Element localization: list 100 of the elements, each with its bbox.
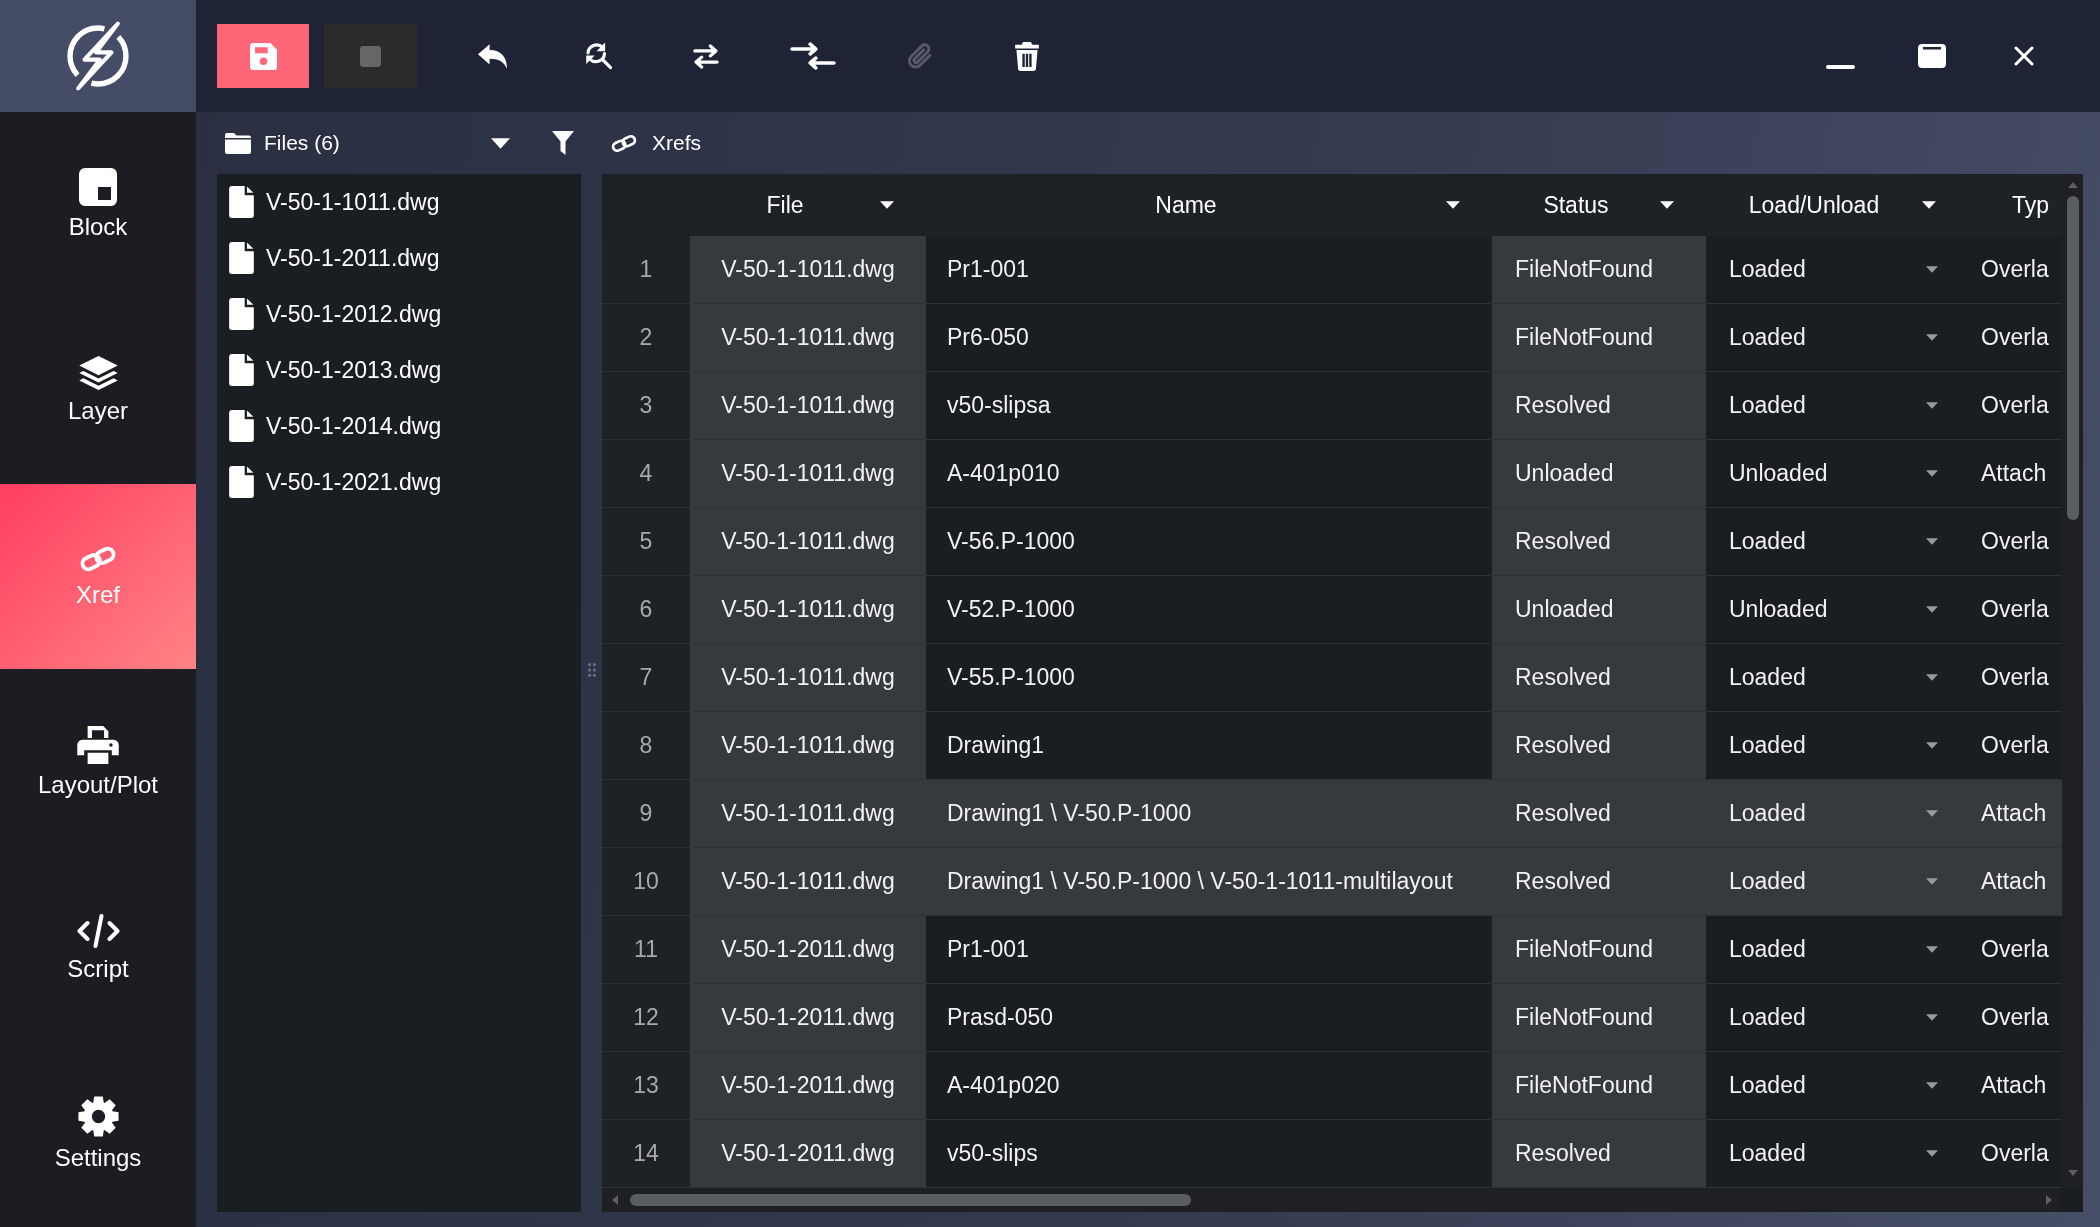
table-row[interactable]: 1 V-50-1-1011.dwg Pr1-001 FileNotFound Loaded Overla	[602, 236, 2062, 304]
file-icon	[229, 410, 254, 442]
table-row[interactable]: 9 V-50-1-1011.dwg Drawing1 \ V-50.P-1000 Resolved Loaded Attach	[602, 780, 2062, 848]
layers-icon	[78, 356, 118, 391]
scroll-down-icon[interactable]	[2067, 1170, 2078, 1176]
column-header[interactable]: Name	[926, 174, 1492, 236]
table-cell-text: Overla	[1980, 935, 2050, 964]
horizontal-scrollbar[interactable]	[602, 1188, 2062, 1212]
stop-icon	[360, 45, 381, 67]
column-header[interactable]: Status	[1492, 174, 1706, 236]
table-row[interactable]: 2 V-50-1-1011.dwg Pr6-050 FileNotFound Loaded Overla	[602, 304, 2062, 372]
table-row[interactable]: 3 V-50-1-1011.dwg v50-slipsa Resolved Loaded Overla	[602, 372, 2062, 440]
caret-down-icon	[1926, 742, 1938, 749]
file-list-item[interactable]: V-50-1-1011.dwg	[217, 174, 581, 230]
table-row[interactable]: 12 V-50-1-2011.dwg Prasd-050 FileNotFound Loaded Overla	[602, 984, 2062, 1052]
table-cell-text: Overla	[1980, 595, 2050, 624]
table-row[interactable]: 4 V-50-1-1011.dwg A-401p010 Unloaded Unloaded Attach	[602, 440, 2062, 508]
file-icon	[229, 466, 254, 498]
table-cell-text: Drawing1 \ V-50.P-1000	[946, 799, 1193, 828]
grip-icon[interactable]	[587, 663, 596, 677]
load-dropdown[interactable]: Loaded	[1706, 644, 1968, 711]
load-dropdown[interactable]: Unloaded	[1706, 440, 1968, 507]
file-list-item[interactable]: V-50-1-2014.dwg	[217, 398, 581, 454]
trash-icon	[1015, 41, 1039, 71]
sidebar-item[interactable]: Block	[0, 112, 196, 298]
table-cell-text: A-401p010	[946, 459, 1061, 488]
load-dropdown[interactable]: Loaded	[1706, 236, 1968, 303]
caret-down-icon	[1926, 402, 1938, 409]
file-list-item[interactable]: V-50-1-2021.dwg	[217, 454, 581, 510]
caret-down-icon	[1926, 1014, 1938, 1021]
table-cell: V-50-1-1011.dwg	[690, 644, 926, 711]
column-header[interactable]: File	[690, 174, 926, 236]
scroll-thumb[interactable]	[2066, 196, 2079, 520]
sidebar-item[interactable]: Script	[0, 855, 196, 1042]
load-dropdown[interactable]: Loaded	[1706, 1120, 1968, 1187]
table-row[interactable]: 11 V-50-1-2011.dwg Pr1-001 FileNotFound Loaded Overla	[602, 916, 2062, 984]
load-dropdown[interactable]: Loaded	[1706, 1052, 1968, 1119]
file-icon	[229, 354, 254, 386]
vertical-scrollbar[interactable]	[2062, 174, 2083, 1188]
undo-icon	[477, 43, 507, 69]
sidebar-item[interactable]: Settings	[0, 1041, 196, 1227]
sidebar-item[interactable]: Layer	[0, 297, 196, 484]
search-refresh-icon	[585, 42, 613, 70]
minimize-icon	[1825, 65, 1855, 69]
table-row[interactable]: 7 V-50-1-1011.dwg V-55.P-1000 Resolved Loaded Overla	[602, 644, 2062, 712]
scroll-thumb[interactable]	[630, 1194, 1191, 1206]
scroll-right-icon[interactable]	[2046, 1195, 2052, 1205]
caret-down-icon	[1926, 1150, 1938, 1157]
table-cell: V-50-1-2011.dwg	[690, 984, 926, 1051]
filter-icon[interactable]	[552, 131, 574, 155]
row-number: 11	[602, 916, 690, 983]
table-row[interactable]: 8 V-50-1-1011.dwg Drawing1 Resolved Loaded Overla	[602, 712, 2062, 780]
load-dropdown[interactable]: Unloaded	[1706, 576, 1968, 643]
table-cell: V-50-1-1011.dwg	[690, 712, 926, 779]
scroll-left-icon[interactable]	[612, 1195, 618, 1205]
file-list-item[interactable]: V-50-1-2012.dwg	[217, 286, 581, 342]
load-dropdown[interactable]: Loaded	[1706, 304, 1968, 371]
panel-title: Files (6)	[264, 131, 340, 155]
column-header[interactable]: Typ	[1968, 174, 2062, 236]
table-row[interactable]: 10 V-50-1-1011.dwg Drawing1 \ V-50.P-1000 \ V-50-1-1011-multilayout Resolved Loaded Attach	[602, 848, 2062, 916]
row-number: 3	[602, 372, 690, 439]
table-row[interactable]: 5 V-50-1-1011.dwg V-56.P-1000 Resolved Loaded Overla	[602, 508, 2062, 576]
table-row[interactable]: 13 V-50-1-2011.dwg A-401p020 FileNotFound Loaded Attach	[602, 1052, 2062, 1120]
paperclip-icon	[907, 43, 933, 69]
table-cell-text: Drawing1 \ V-50.P-1000 \ V-50-1-1011-multilayout	[946, 867, 1454, 896]
table-row[interactable]: 14 V-50-1-2011.dwg v50-slips Resolved Loaded Overla	[602, 1120, 2062, 1188]
scroll-up-icon[interactable]	[2067, 182, 2078, 188]
row-number: 5	[602, 508, 690, 575]
column-header[interactable]: Load/Unload	[1706, 174, 1968, 236]
table-cell-text: Attach	[1980, 459, 2048, 488]
load-dropdown[interactable]: Loaded	[1706, 372, 1968, 439]
save-button[interactable]	[217, 24, 309, 88]
table-row[interactable]: 6 V-50-1-1011.dwg V-52.P-1000 Unloaded Unloaded Overla	[602, 576, 2062, 644]
caret-down-icon[interactable]	[491, 137, 510, 149]
load-dropdown[interactable]: Loaded	[1706, 848, 1968, 915]
caret-down-icon	[1926, 878, 1938, 885]
load-dropdown[interactable]: Loaded	[1706, 712, 1968, 779]
file-icon	[229, 298, 254, 330]
swap-arrows-icon	[693, 43, 719, 69]
load-dropdown[interactable]: Loaded	[1706, 984, 1968, 1051]
code-icon	[76, 913, 120, 948]
load-dropdown[interactable]: Loaded	[1706, 916, 1968, 983]
caret-down-icon	[1926, 266, 1938, 273]
table-cell-text: V-56.P-1000	[946, 527, 1076, 556]
table-cell-text: Overla	[1980, 1139, 2050, 1168]
caret-down-icon	[1926, 674, 1938, 681]
file-list-item[interactable]: V-50-1-2013.dwg	[217, 342, 581, 398]
file-icon	[229, 242, 254, 274]
load-dropdown[interactable]: Loaded	[1706, 508, 1968, 575]
panel-title: Xrefs	[652, 131, 701, 155]
table-cell-text: Overla	[1980, 323, 2050, 352]
maximize-icon	[1918, 44, 1946, 68]
table-cell: Resolved	[1492, 508, 1706, 575]
file-list-item[interactable]: V-50-1-2011.dwg	[217, 230, 581, 286]
caret-down-icon	[1926, 606, 1938, 613]
sidebar-item[interactable]: Layout/Plot	[0, 669, 196, 856]
table-cell-text: V-52.P-1000	[946, 595, 1076, 624]
caret-down-icon	[880, 201, 894, 209]
table-cell-text: Attach	[1980, 1071, 2048, 1100]
load-dropdown[interactable]: Loaded	[1706, 780, 1968, 847]
